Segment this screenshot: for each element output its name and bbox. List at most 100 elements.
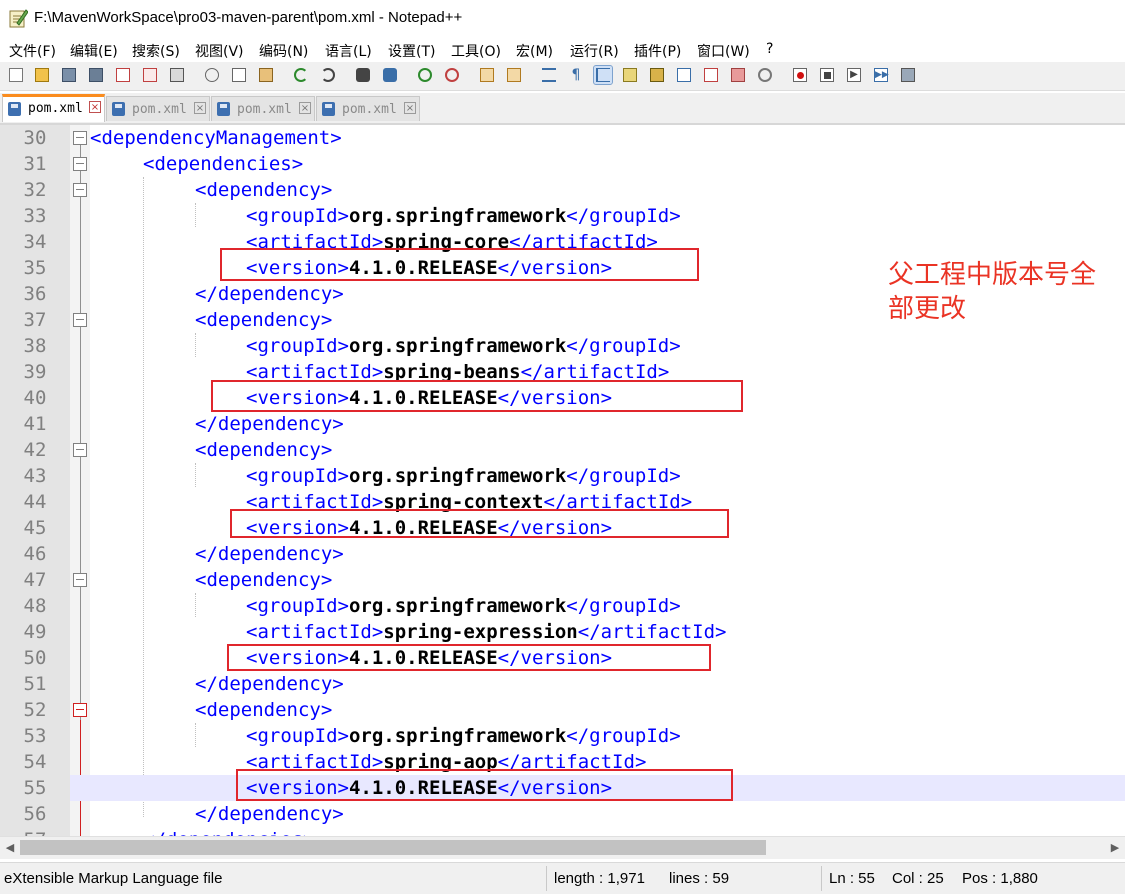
cut-icon[interactable] xyxy=(203,66,221,84)
zoom-out-icon[interactable] xyxy=(443,66,461,84)
code-line[interactable]: 53 <groupId>org.springframework</groupId> xyxy=(0,723,1125,749)
fold-toggle-icon[interactable] xyxy=(73,443,87,457)
xml-open-tag: <groupId> xyxy=(246,205,349,227)
code-line[interactable]: 32 <dependency> xyxy=(0,177,1125,203)
menu-macro[interactable]: 宏(M) xyxy=(516,41,553,61)
menu-search[interactable]: 搜索(S) xyxy=(132,41,180,61)
tab-pom-xml-4[interactable]: pom.xml × xyxy=(316,96,420,121)
code-line[interactable]: 42 <dependency> xyxy=(0,437,1125,463)
paste-icon[interactable] xyxy=(257,66,275,84)
line-number: 55 xyxy=(0,775,70,801)
fold-toggle-icon[interactable] xyxy=(73,313,87,327)
xml-value: org.springframework xyxy=(348,205,567,227)
new-file-icon[interactable] xyxy=(7,66,25,84)
menu-view[interactable]: 视图(V) xyxy=(195,41,244,61)
save-macro-icon[interactable] xyxy=(899,66,917,84)
code-line[interactable]: 43 <groupId>org.springframework</groupId> xyxy=(0,463,1125,489)
fold-toggle-icon[interactable] xyxy=(73,703,87,717)
line-number: 40 xyxy=(23,387,47,409)
save-all-icon[interactable] xyxy=(87,66,105,84)
code-text: <artifactId>spring-expression</artifactI… xyxy=(246,619,726,645)
code-line[interactable]: 46 </dependency> xyxy=(0,541,1125,567)
scroll-right-icon[interactable]: ▶ xyxy=(1107,839,1123,856)
scrollbar-thumb[interactable] xyxy=(20,840,766,855)
code-line[interactable]: 33 <groupId>org.springframework</groupId> xyxy=(0,203,1125,229)
open-file-icon[interactable] xyxy=(33,66,51,84)
code-line[interactable]: 52 <dependency> xyxy=(0,697,1125,723)
version-highlight-box xyxy=(236,769,733,801)
fold-toggle-icon[interactable] xyxy=(73,131,87,145)
status-column: Col : 25 xyxy=(892,870,944,887)
replace-icon[interactable] xyxy=(381,66,399,84)
run-macro-multiple-icon[interactable]: ▶▶ xyxy=(872,66,890,84)
line-number: 33 xyxy=(23,205,47,227)
line-number: 49 xyxy=(23,621,47,643)
line-number: 46 xyxy=(23,543,47,565)
code-line[interactable]: 38 <groupId>org.springframework</groupId> xyxy=(0,333,1125,359)
code-line[interactable]: 30 <dependencyManagement> xyxy=(0,125,1125,151)
sync-horizontal-icon[interactable] xyxy=(505,66,523,84)
record-macro-icon[interactable] xyxy=(791,66,809,84)
play-macro-icon[interactable]: ▶ xyxy=(845,66,863,84)
code-text: <groupId>org.springframework</groupId> xyxy=(246,593,681,619)
tab-pom-xml-2[interactable]: pom.xml × xyxy=(106,96,210,121)
close-file-icon[interactable] xyxy=(114,66,132,84)
stop-recording-icon[interactable] xyxy=(818,66,836,84)
menu-settings[interactable]: 设置(T) xyxy=(388,41,435,61)
document-map-icon[interactable] xyxy=(648,66,666,84)
close-tab-icon[interactable]: × xyxy=(299,102,311,114)
code-line[interactable]: 31 <dependencies> xyxy=(0,151,1125,177)
status-divider xyxy=(546,866,547,891)
undo-icon[interactable] xyxy=(292,66,310,84)
menu-file[interactable]: 文件(F) xyxy=(9,41,56,61)
fold-toggle-icon[interactable] xyxy=(73,573,87,587)
code-line[interactable]: 49 <artifactId>spring-expression</artifac… xyxy=(0,619,1125,645)
menu-language[interactable]: 语言(L) xyxy=(325,41,372,61)
folder-as-workspace-icon[interactable] xyxy=(702,66,720,84)
code-line[interactable]: 47 <dependency> xyxy=(0,567,1125,593)
zoom-in-icon[interactable] xyxy=(416,66,434,84)
close-tab-icon[interactable]: × xyxy=(404,102,416,114)
code-editor[interactable]: 30 <dependencyManagement> 31 <dependencies>… xyxy=(0,125,1125,836)
close-tab-icon[interactable]: × xyxy=(89,101,101,113)
line-number: 35 xyxy=(23,257,47,279)
show-all-chars-icon[interactable]: ¶ xyxy=(567,66,585,84)
folder-icon[interactable] xyxy=(729,66,747,84)
scroll-left-icon[interactable]: ◀ xyxy=(2,839,18,856)
code-text: <groupId>org.springframework</groupId> xyxy=(246,463,681,489)
close-tab-icon[interactable]: × xyxy=(194,102,206,114)
copy-icon[interactable] xyxy=(230,66,248,84)
close-all-icon[interactable] xyxy=(141,66,159,84)
status-lines: lines : 59 xyxy=(669,870,730,887)
monitoring-eye-icon[interactable] xyxy=(756,66,774,84)
code-line[interactable]: 56 </dependency> xyxy=(0,801,1125,827)
menu-run[interactable]: 运行(R) xyxy=(570,41,619,61)
sync-vertical-icon[interactable] xyxy=(478,66,496,84)
line-number: 53 xyxy=(23,725,47,747)
find-icon[interactable] xyxy=(354,66,372,84)
code-line[interactable]: 48 <groupId>org.springframework</groupId> xyxy=(0,593,1125,619)
save-icon[interactable] xyxy=(60,66,78,84)
code-text: </dependencies> xyxy=(143,827,315,836)
tab-pom-xml-1[interactable]: pom.xml × xyxy=(2,94,105,122)
code-line[interactable]: 57 </dependencies> xyxy=(0,827,1125,836)
print-icon[interactable] xyxy=(168,66,186,84)
menu-edit[interactable]: 编辑(E) xyxy=(70,41,118,61)
fold-toggle-icon[interactable] xyxy=(73,183,87,197)
redo-icon[interactable] xyxy=(319,66,337,84)
indent-guide-icon[interactable] xyxy=(593,65,613,85)
horizontal-scrollbar[interactable]: ◀ ▶ xyxy=(0,836,1125,859)
word-wrap-icon[interactable] xyxy=(540,66,558,84)
code-line[interactable]: 51 </dependency> xyxy=(0,671,1125,697)
tab-pom-xml-3[interactable]: pom.xml × xyxy=(211,96,315,121)
menu-tools[interactable]: 工具(O) xyxy=(451,41,501,61)
menu-plugins[interactable]: 插件(P) xyxy=(634,41,681,61)
menu-help[interactable]: ? xyxy=(766,41,773,57)
code-line[interactable]: 41 </dependency> xyxy=(0,411,1125,437)
user-defined-language-icon[interactable] xyxy=(621,66,639,84)
fold-toggle-icon[interactable] xyxy=(73,157,87,171)
annotation-line-2: 部更改 xyxy=(888,294,967,324)
menu-encoding[interactable]: 编码(N) xyxy=(259,41,308,61)
function-list-icon[interactable] xyxy=(675,66,693,84)
menu-window[interactable]: 窗口(W) xyxy=(697,41,750,61)
